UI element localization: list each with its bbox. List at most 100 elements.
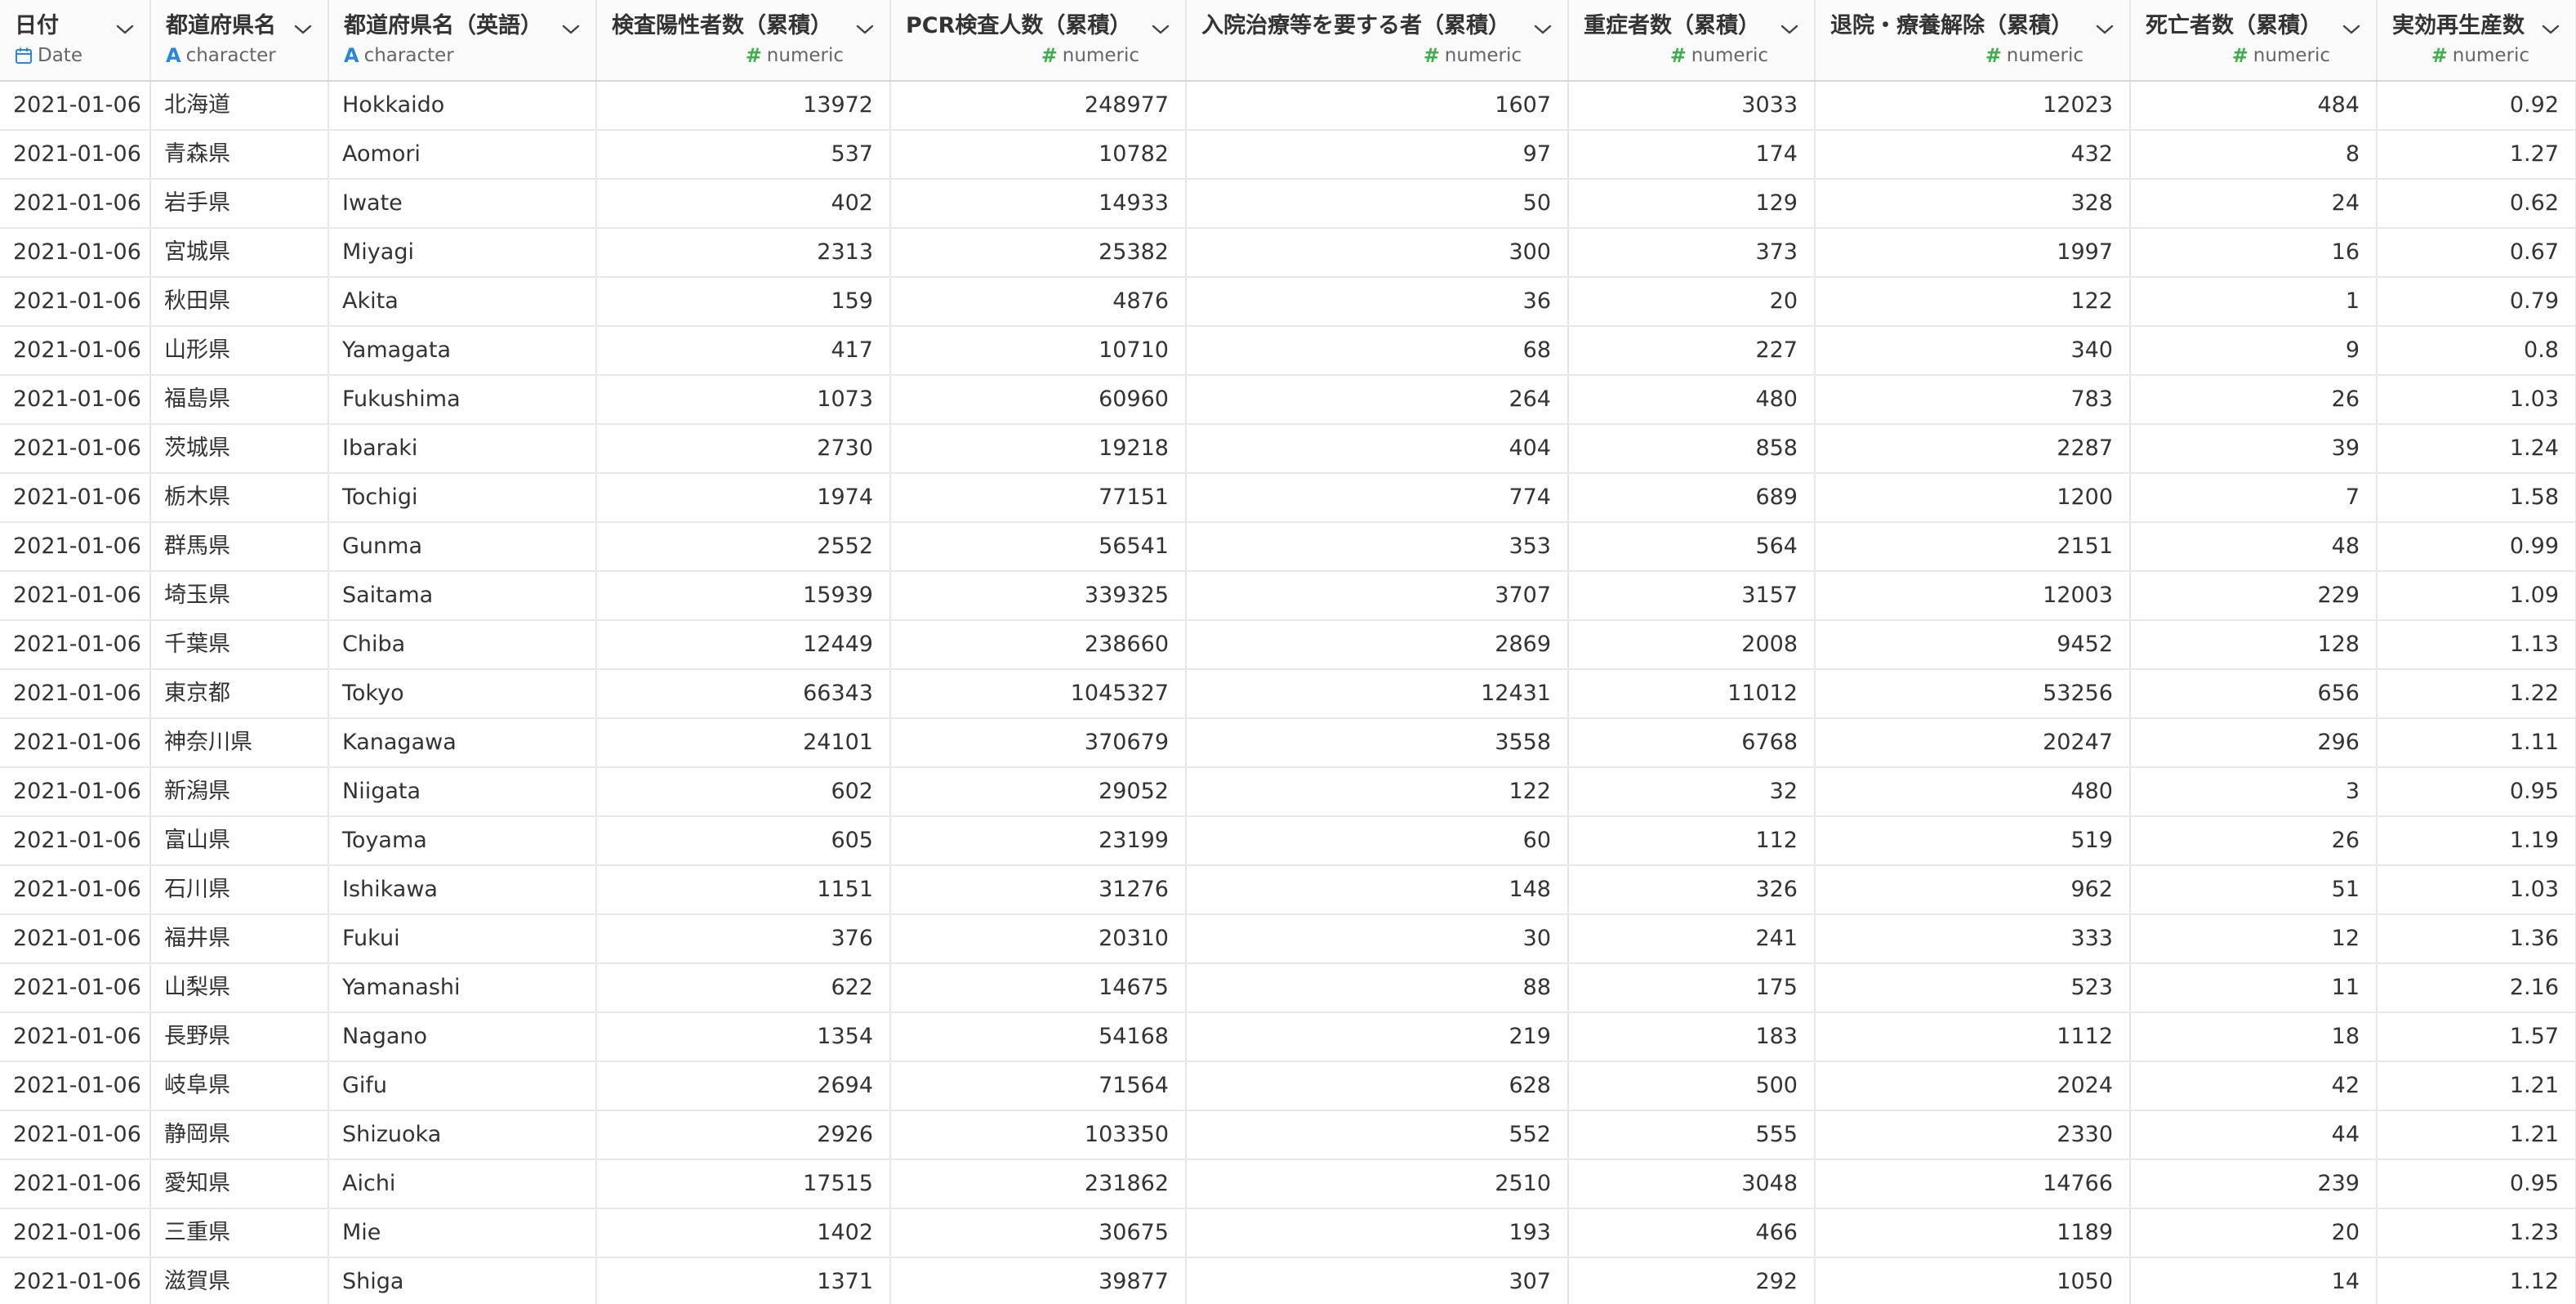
- table-cell[interactable]: 264: [1186, 375, 1569, 425]
- table-cell[interactable]: 11012: [1568, 669, 1816, 719]
- table-cell[interactable]: 12: [2130, 914, 2378, 964]
- table-cell[interactable]: 2869: [1186, 620, 1569, 670]
- table-cell[interactable]: 858: [1568, 424, 1816, 474]
- table-cell[interactable]: 370679: [890, 718, 1187, 768]
- table-cell[interactable]: 97: [1186, 130, 1569, 180]
- table-cell[interactable]: 栃木県: [150, 473, 329, 523]
- column-header[interactable]: 実効再生産数 # numeric: [2377, 0, 2576, 82]
- table-cell[interactable]: 962: [1815, 865, 2131, 915]
- table-cell[interactable]: 1.57: [2377, 1012, 2576, 1062]
- table-cell[interactable]: 103350: [890, 1110, 1187, 1160]
- table-cell[interactable]: 2151: [1815, 522, 2131, 572]
- table-cell[interactable]: 2021-01-06: [0, 865, 151, 915]
- chevron-down-icon[interactable]: [2340, 18, 2363, 41]
- table-cell[interactable]: 122: [1815, 277, 2131, 327]
- table-cell[interactable]: Hokkaido: [328, 81, 597, 131]
- table-cell[interactable]: 622: [596, 963, 891, 1013]
- table-row[interactable]: 2021-01-06 三重県 Mie 1402 30675 193 466 1189 20 1.2…: [0, 1208, 2576, 1258]
- table-row[interactable]: 2021-01-06 福島県 Fukushima 1073 60960 264 480 783…: [0, 375, 2576, 425]
- table-cell[interactable]: 23199: [890, 816, 1187, 866]
- table-cell[interactable]: 1: [2130, 277, 2378, 327]
- table-cell[interactable]: 292: [1568, 1257, 1816, 1304]
- table-cell[interactable]: 2021-01-06: [0, 620, 151, 670]
- table-cell[interactable]: 30: [1186, 914, 1569, 964]
- table-cell[interactable]: 340: [1815, 326, 2131, 376]
- table-cell[interactable]: 16: [2130, 228, 2378, 278]
- table-cell[interactable]: Iwate: [328, 179, 597, 229]
- table-row[interactable]: 2021-01-06 北海道 Hokkaido 13972 248977 1607 3033…: [0, 81, 2576, 131]
- table-cell[interactable]: 1.13: [2377, 620, 2576, 670]
- table-row[interactable]: 2021-01-06 富山県 Toyama 605 23199 60 112 519 26 1.1…: [0, 816, 2576, 866]
- table-cell[interactable]: 千葉県: [150, 620, 329, 670]
- table-cell[interactable]: 茨城県: [150, 424, 329, 474]
- table-cell[interactable]: 2.16: [2377, 963, 2576, 1013]
- table-cell[interactable]: 26: [2130, 375, 2378, 425]
- table-cell[interactable]: 466: [1568, 1208, 1816, 1258]
- table-cell[interactable]: 774: [1186, 473, 1569, 523]
- chevron-down-icon[interactable]: [1149, 18, 1172, 41]
- table-cell[interactable]: 1.27: [2377, 130, 2576, 180]
- table-cell[interactable]: 19218: [890, 424, 1187, 474]
- table-cell[interactable]: 783: [1815, 375, 2131, 425]
- table-cell[interactable]: 1.03: [2377, 375, 2576, 425]
- column-header[interactable]: 入院治療等を要する者（累積） # numeric: [1186, 0, 1569, 82]
- table-cell[interactable]: Ibaraki: [328, 424, 597, 474]
- table-cell[interactable]: 1997: [1815, 228, 2131, 278]
- chevron-down-icon[interactable]: [853, 18, 876, 41]
- table-cell[interactable]: 60960: [890, 375, 1187, 425]
- column-header[interactable]: 退院・療養解除（累積） # numeric: [1815, 0, 2131, 82]
- table-cell[interactable]: 56541: [890, 522, 1187, 572]
- column-header[interactable]: PCR検査人数（累積） # numeric: [890, 0, 1187, 82]
- table-cell[interactable]: 3: [2130, 767, 2378, 817]
- table-cell[interactable]: 10710: [890, 326, 1187, 376]
- table-cell[interactable]: 68: [1186, 326, 1569, 376]
- column-header[interactable]: 日付 Date: [0, 0, 151, 82]
- table-cell[interactable]: 2287: [1815, 424, 2131, 474]
- table-row[interactable]: 2021-01-06 福井県 Fukui 376 20310 30 241 333 12 1.36: [0, 914, 2576, 964]
- table-row[interactable]: 2021-01-06 新潟県 Niigata 602 29052 122 32 480 3 0.9…: [0, 767, 2576, 817]
- table-cell[interactable]: 2008: [1568, 620, 1816, 670]
- table-cell[interactable]: 滋賀県: [150, 1257, 329, 1304]
- column-header[interactable]: 死亡者数（累積） # numeric: [2130, 0, 2378, 82]
- table-cell[interactable]: 241: [1568, 914, 1816, 964]
- table-cell[interactable]: 0.79: [2377, 277, 2576, 327]
- table-cell[interactable]: 群馬県: [150, 522, 329, 572]
- table-cell[interactable]: 29052: [890, 767, 1187, 817]
- table-cell[interactable]: 北海道: [150, 81, 329, 131]
- chevron-down-icon[interactable]: [2539, 18, 2562, 41]
- table-cell[interactable]: 53256: [1815, 669, 2131, 719]
- table-cell[interactable]: 402: [596, 179, 891, 229]
- table-cell[interactable]: 628: [1186, 1061, 1569, 1111]
- table-cell[interactable]: 東京都: [150, 669, 329, 719]
- table-cell[interactable]: Gunma: [328, 522, 597, 572]
- table-cell[interactable]: 0.95: [2377, 1159, 2576, 1209]
- table-cell[interactable]: 1.22: [2377, 669, 2576, 719]
- table-cell[interactable]: 1.23: [2377, 1208, 2576, 1258]
- table-cell[interactable]: 2021-01-06: [0, 963, 151, 1013]
- table-row[interactable]: 2021-01-06 岐阜県 Gifu 2694 71564 628 500 2024 42 1.…: [0, 1061, 2576, 1111]
- table-cell[interactable]: 2021-01-06: [0, 914, 151, 964]
- chevron-down-icon[interactable]: [114, 18, 136, 41]
- table-cell[interactable]: 175: [1568, 963, 1816, 1013]
- table-cell[interactable]: 2330: [1815, 1110, 2131, 1160]
- table-cell[interactable]: 31276: [890, 865, 1187, 915]
- table-cell[interactable]: 1.09: [2377, 571, 2576, 621]
- table-cell[interactable]: 519: [1815, 816, 2131, 866]
- table-cell[interactable]: 1.36: [2377, 914, 2576, 964]
- table-cell[interactable]: Tochigi: [328, 473, 597, 523]
- table-cell[interactable]: 128: [2130, 620, 2378, 670]
- table-cell[interactable]: 51: [2130, 865, 2378, 915]
- table-cell[interactable]: 432: [1815, 130, 2131, 180]
- table-row[interactable]: 2021-01-06 滋賀県 Shiga 1371 39877 307 292 1050 14 1…: [0, 1257, 2576, 1304]
- table-cell[interactable]: Yamagata: [328, 326, 597, 376]
- chevron-down-icon[interactable]: [292, 18, 314, 41]
- table-cell[interactable]: Ishikawa: [328, 865, 597, 915]
- table-cell[interactable]: 14933: [890, 179, 1187, 229]
- table-cell[interactable]: 石川県: [150, 865, 329, 915]
- table-cell[interactable]: 0.92: [2377, 81, 2576, 131]
- table-cell[interactable]: 159: [596, 277, 891, 327]
- table-cell[interactable]: 1.12: [2377, 1257, 2576, 1304]
- table-cell[interactable]: Toyama: [328, 816, 597, 866]
- table-cell[interactable]: 174: [1568, 130, 1816, 180]
- table-cell[interactable]: 3033: [1568, 81, 1816, 131]
